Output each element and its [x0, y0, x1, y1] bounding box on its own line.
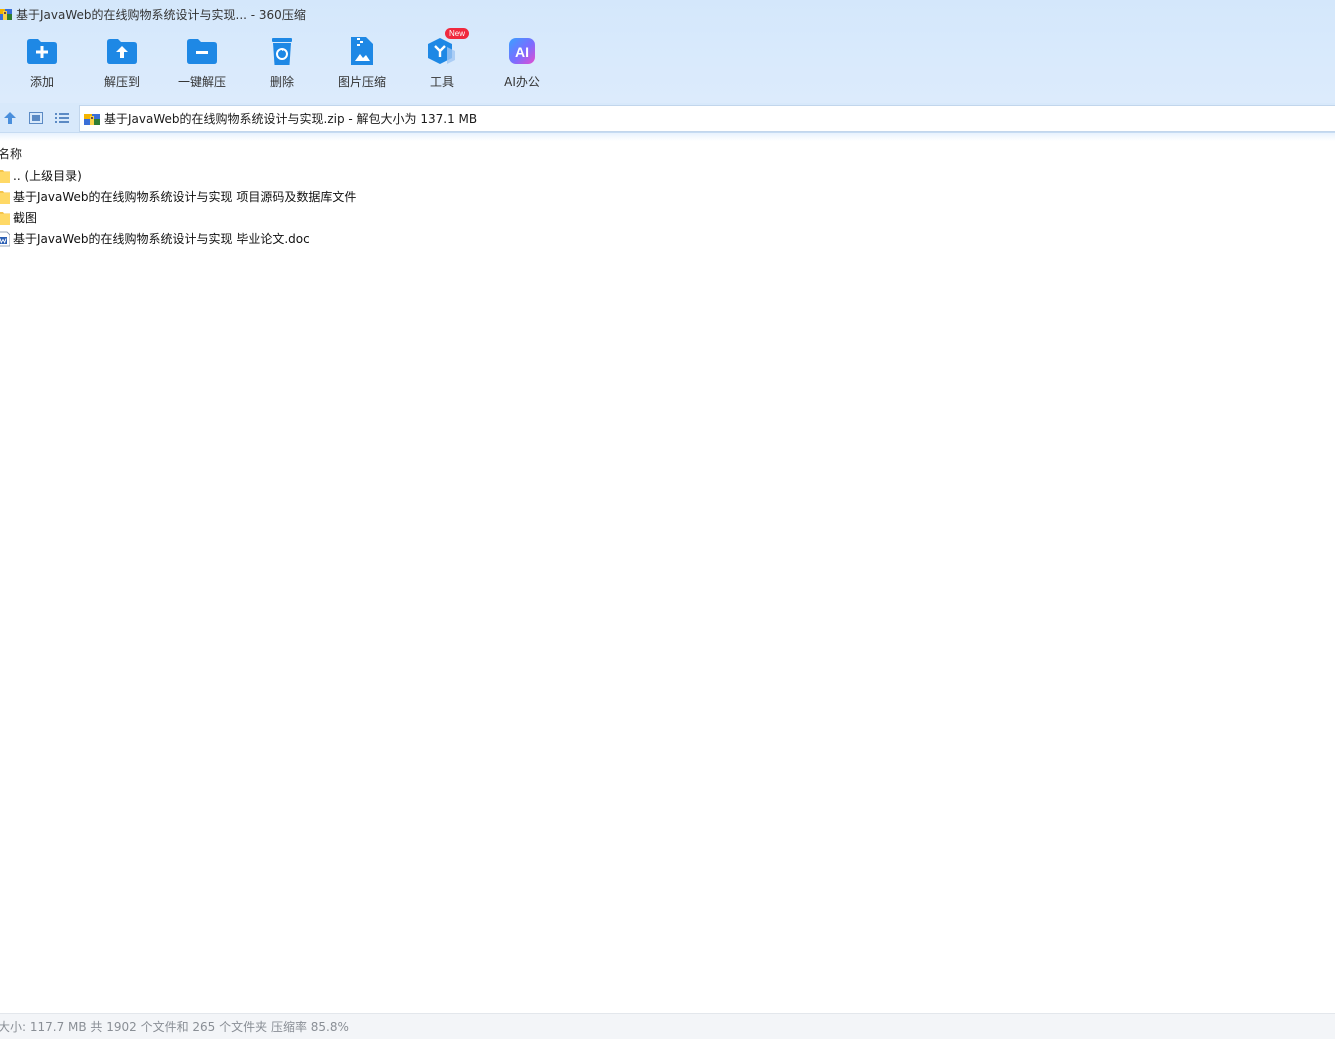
ai-office-icon: AI: [505, 34, 539, 68]
list-item-name: .. (上级目录): [13, 169, 82, 183]
address-bar[interactable]: 基于JavaWeb的在线购物系统设计与实现.zip - 解包大小为 137.1 …: [79, 105, 1335, 132]
extract-to-label: 解压到: [103, 75, 140, 89]
add-label: 添加: [29, 75, 54, 89]
list-item-name: 基于JavaWeb的在线购物系统设计与实现 毕业论文.doc: [13, 232, 310, 246]
thumbnail-view-icon: [29, 112, 43, 124]
one-click-extract-icon: [185, 34, 219, 68]
list-item-name: 基于JavaWeb的在线购物系统设计与实现 项目源码及数据库文件: [13, 190, 357, 204]
add-button[interactable]: 添加: [10, 34, 74, 96]
extract-to-icon: [105, 34, 139, 68]
image-compress-button[interactable]: 图片压缩: [330, 34, 394, 96]
image-compress-label: 图片压缩: [337, 75, 386, 89]
delete-label: 删除: [269, 75, 294, 89]
list-item[interactable]: 基于JavaWeb的在线购物系统设计与实现 毕业论文.doc: [0, 228, 600, 249]
column-header-name[interactable]: 名称: [0, 145, 22, 161]
ai-office-label: AI办公: [504, 75, 540, 89]
ai-icon-text: AI: [515, 44, 529, 60]
folder-icon: [0, 190, 10, 204]
status-bar: 大小: 117.7 MB 共 1902 个文件和 265 个文件夹 压缩率 85…: [0, 1013, 1335, 1039]
list-item-name: 截图: [13, 211, 38, 225]
zip-file-icon: [84, 113, 100, 125]
list-item[interactable]: 基于JavaWeb的在线购物系统设计与实现 项目源码及数据库文件: [0, 186, 600, 207]
ai-office-button[interactable]: AI AI办公: [490, 34, 554, 96]
extract-to-button[interactable]: 解压到: [90, 34, 154, 96]
top-panel: 基于JavaWeb的在线购物系统设计与实现... - 360压缩 添加 解压到 …: [0, 0, 1335, 103]
archive-path: 基于JavaWeb的在线购物系统设计与实现.zip - 解包大小为 137.1 …: [104, 112, 478, 126]
address-row: 基于JavaWeb的在线购物系统设计与实现.zip - 解包大小为 137.1 …: [0, 103, 1335, 133]
one-click-extract-label: 一键解压: [177, 75, 226, 89]
arrow-up-icon: [4, 112, 16, 124]
list-view-button[interactable]: [54, 110, 70, 126]
folder-icon: [0, 211, 10, 225]
window-title: 基于JavaWeb的在线购物系统设计与实现... - 360压缩: [16, 7, 306, 22]
file-list: .. (上级目录) 基于JavaWeb的在线购物系统设计与实现 项目源码及数据库…: [0, 165, 600, 249]
tools-icon: New: [425, 28, 470, 68]
tools-button[interactable]: New 工具: [410, 28, 474, 96]
image-compress-icon: [345, 34, 379, 68]
delete-button[interactable]: 删除: [250, 34, 314, 96]
title-bar: 基于JavaWeb的在线购物系统设计与实现... - 360压缩: [0, 4, 306, 24]
toolbar: 添加 解压到 一键解压 删除 图片压缩 New 工具 AI AI办公: [0, 28, 600, 96]
trash-icon: [265, 34, 299, 68]
header-divider: [0, 133, 1335, 141]
new-badge: New: [445, 28, 470, 39]
list-item[interactable]: 截图: [0, 207, 600, 228]
app-window: 基于JavaWeb的在线购物系统设计与实现... - 360压缩 添加 解压到 …: [0, 0, 1335, 1039]
add-folder-icon: [25, 34, 59, 68]
status-text: 大小: 117.7 MB 共 1902 个文件和 265 个文件夹 压缩率 85…: [0, 1020, 349, 1034]
up-level-button[interactable]: [2, 110, 18, 126]
folder-icon: [0, 169, 10, 183]
thumbnail-view-button[interactable]: [28, 110, 44, 126]
archive-app-icon: [0, 9, 12, 20]
one-click-extract-button[interactable]: 一键解压: [170, 34, 234, 96]
word-doc-icon: [0, 231, 10, 246]
list-view-icon: [55, 113, 69, 123]
list-item-parent-dir[interactable]: .. (上级目录): [0, 165, 600, 186]
tools-label: 工具: [429, 75, 454, 89]
